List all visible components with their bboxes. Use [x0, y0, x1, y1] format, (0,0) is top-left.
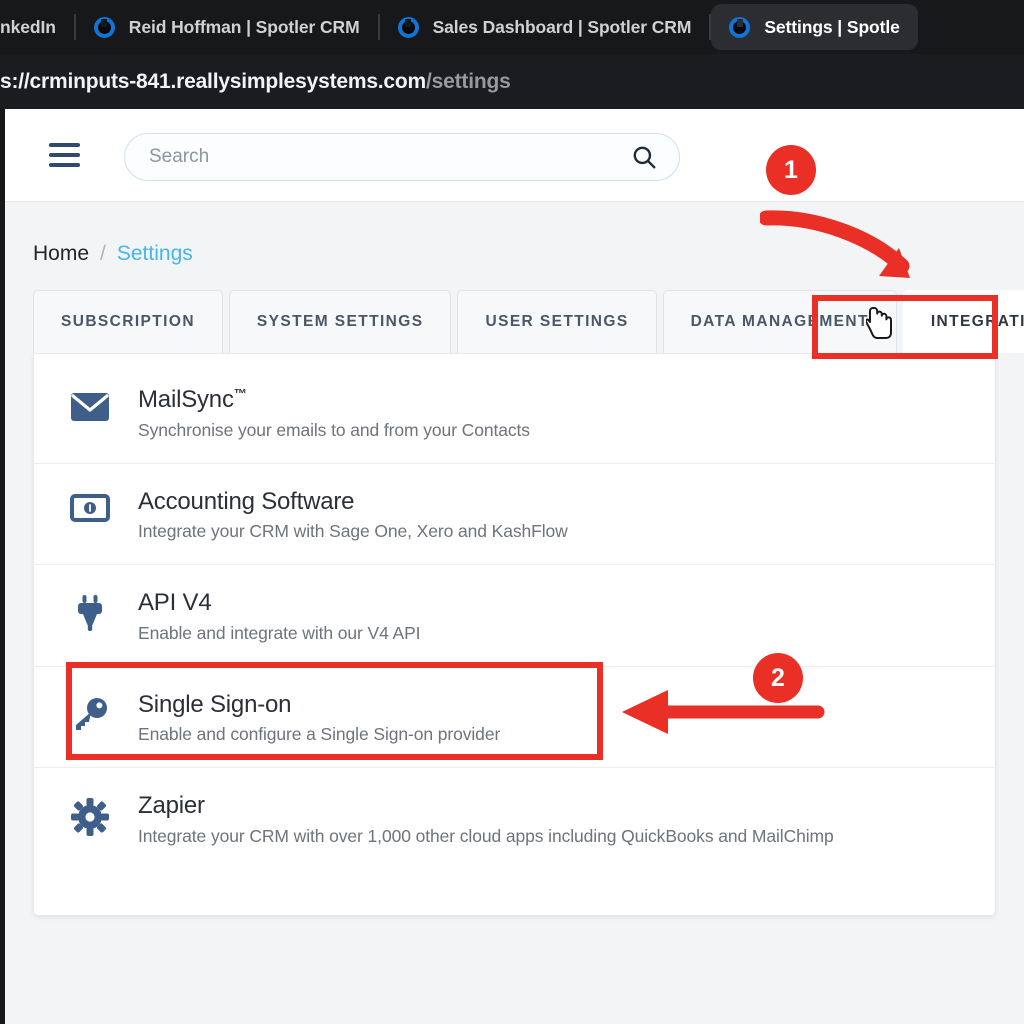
- spotler-favicon-icon: [93, 16, 115, 38]
- integration-text: Single Sign-on Enable and configure a Si…: [138, 691, 500, 746]
- url-path: /settings: [426, 69, 511, 93]
- integration-subtitle: Integrate your CRM with over 1,000 other…: [138, 825, 834, 846]
- crm-app: Home / Settings SUBSCRIPTION SYSTEM SETT…: [5, 109, 1024, 1024]
- breadcrumb: Home / Settings: [33, 242, 996, 266]
- browser-tab-settings[interactable]: Settings | Spotle: [711, 4, 918, 50]
- integration-title: API V4: [138, 589, 420, 617]
- browser-chrome: nkedIn Reid Hoffman | Spotler CRM Sales …: [0, 0, 1024, 109]
- integration-row-mailsync[interactable]: MailSync™ Synchronise your emails to and…: [34, 354, 995, 464]
- url-text: s://crminputs-841.reallysimplesystems.co…: [0, 70, 511, 94]
- key-icon: [68, 691, 112, 731]
- gear-icon: [68, 792, 112, 837]
- integration-title: Zapier: [138, 792, 834, 820]
- integration-text: Zapier Integrate your CRM with over 1,00…: [138, 792, 834, 847]
- integration-title-text: Accounting Software: [138, 487, 355, 515]
- hamburger-icon[interactable]: [49, 143, 80, 167]
- key-icon-glyph: [76, 697, 107, 730]
- step-badge-two: 2: [753, 653, 803, 703]
- spotler-favicon-icon: [729, 16, 751, 38]
- spotler-favicon-icon: [397, 16, 419, 38]
- browser-tab-title: Settings | Spotle: [764, 16, 900, 37]
- integration-text: API V4 Enable and integrate with our V4 …: [138, 589, 421, 644]
- page-content: Home / Settings SUBSCRIPTION SYSTEM SETT…: [5, 202, 1024, 916]
- integration-row-accounting-software[interactable]: Accounting Software Integrate your CRM w…: [34, 464, 995, 566]
- breadcrumb-settings[interactable]: Settings: [117, 242, 193, 266]
- integration-subtitle: Integrate your CRM with Sage One, Xero a…: [138, 521, 568, 542]
- browser-address-bar[interactable]: s://crminputs-841.reallysimplesystems.co…: [0, 54, 1024, 109]
- plug-icon: [68, 589, 112, 632]
- browser-tab-reid-hoffman[interactable]: Reid Hoffman | Spotler CRM: [76, 3, 378, 51]
- integration-title: Single Sign-on: [138, 691, 500, 719]
- integration-row-single-sign-on[interactable]: Single Sign-on Enable and configure a Si…: [34, 667, 995, 769]
- url-domain: crminputs-841.reallysimplesystems.com: [29, 69, 427, 93]
- screen-root: nkedIn Reid Hoffman | Spotler CRM Sales …: [0, 0, 1024, 1024]
- breadcrumb-home[interactable]: Home: [33, 242, 89, 266]
- app-header: [5, 109, 1024, 202]
- browser-tab-sales-dashboard[interactable]: Sales Dashboard | Spotler CRM: [380, 3, 710, 51]
- integration-title-text: Single Sign-on: [138, 690, 292, 718]
- browser-tab-title: Reid Hoffman | Spotler CRM: [128, 16, 360, 37]
- integrations-card: MailSync™ Synchronise your emails to and…: [33, 353, 996, 916]
- integration-text: Accounting Software Integrate your CRM w…: [138, 488, 568, 543]
- browser-tab-title: Sales Dashboard | Spotler CRM: [432, 16, 692, 37]
- integration-title-text: API V4: [138, 589, 212, 617]
- integration-title: MailSync™: [138, 386, 530, 414]
- browser-tab-linkedin[interactable]: nkedIn: [0, 3, 74, 51]
- integration-subtitle: Synchronise your emails to and from your…: [138, 419, 530, 440]
- tab-integrations[interactable]: INTEGRATIONS: [902, 290, 1024, 353]
- integration-text: MailSync™ Synchronise your emails to and…: [138, 386, 530, 441]
- integration-title-text: MailSync: [138, 386, 234, 413]
- integration-subtitle: Enable and configure a Single Sign-on pr…: [138, 724, 501, 745]
- tab-subscription[interactable]: SUBSCRIPTION: [33, 290, 223, 353]
- search-bar[interactable]: [124, 133, 680, 181]
- integration-title-text: Zapier: [138, 792, 205, 820]
- breadcrumb-separator: /: [100, 242, 106, 265]
- browser-tab-title: nkedIn: [0, 16, 56, 37]
- plug-icon-glyph: [78, 595, 102, 632]
- search-icon[interactable]: [631, 144, 657, 170]
- trademark-symbol: ™: [233, 386, 247, 401]
- tab-system-settings[interactable]: SYSTEM SETTINGS: [228, 290, 452, 353]
- tab-user-settings[interactable]: USER SETTINGS: [457, 290, 657, 353]
- browser-tabstrip: nkedIn Reid Hoffman | Spotler CRM Sales …: [0, 0, 1024, 54]
- banknote-icon: [68, 488, 112, 522]
- settings-tabs: SUBSCRIPTION SYSTEM SETTINGS USER SETTIN…: [33, 290, 1024, 353]
- integration-subtitle: Enable and integrate with our V4 API: [138, 622, 421, 643]
- banknote-icon-glyph: [70, 493, 110, 522]
- gear-icon-glyph: [71, 798, 109, 837]
- integration-title: Accounting Software: [138, 488, 568, 516]
- url-prefix: s://: [0, 69, 30, 93]
- step-badge-one: 1: [766, 145, 816, 195]
- tab-data-management[interactable]: DATA MANAGEMENT: [662, 290, 897, 353]
- search-input[interactable]: [149, 146, 631, 168]
- integration-row-api-v4[interactable]: API V4 Enable and integrate with our V4 …: [34, 565, 995, 667]
- envelope-icon: [68, 386, 112, 422]
- integration-row-zapier[interactable]: Zapier Integrate your CRM with over 1,00…: [34, 768, 995, 869]
- envelope-icon-glyph: [71, 393, 109, 421]
